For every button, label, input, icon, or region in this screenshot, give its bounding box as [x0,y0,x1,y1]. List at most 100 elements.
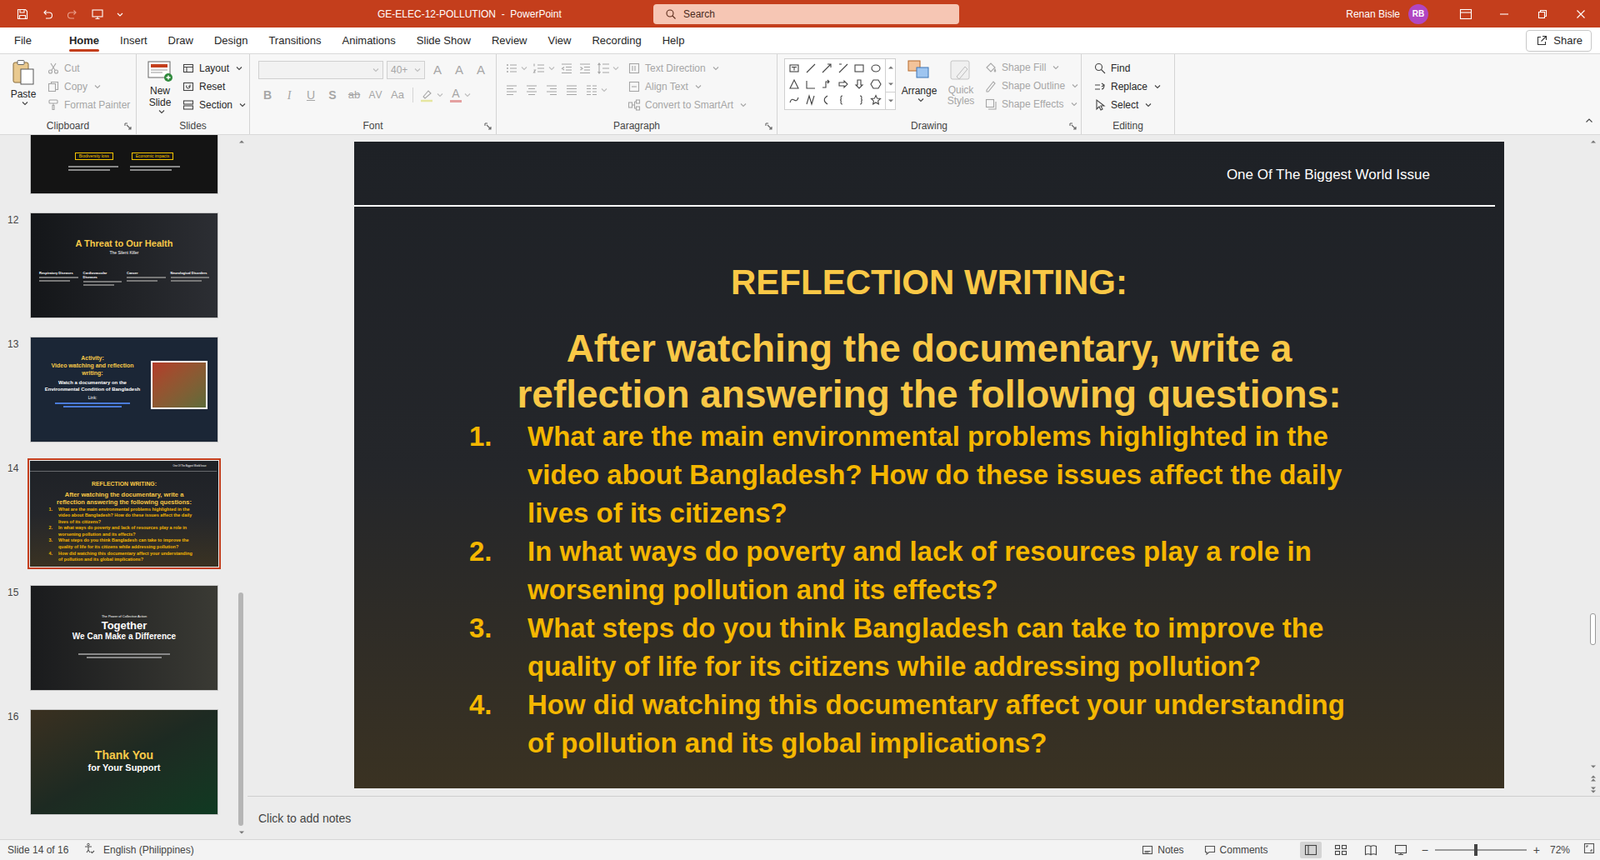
format-button[interactable]: S [323,85,342,105]
slide-thumbnail[interactable]: Activity:Video watching and reflection w… [30,336,219,443]
font-size-button[interactable]: A [450,60,469,80]
slide-thumbnail[interactable]: Biodiversity lossEconomic impacts [30,135,219,195]
font-color-label[interactable]: A [451,87,460,100]
paragraph-button[interactable] [578,61,592,75]
notes-button[interactable]: Notes [1141,842,1184,858]
zoom-in-button[interactable]: + [1533,841,1540,860]
ribbon-tab[interactable]: Slide Show [416,27,471,54]
share-label[interactable]: Share [1553,32,1583,50]
zoom-thumb[interactable] [1474,844,1478,856]
slide-thumbnail-row[interactable]: Biodiversity lossEconomic impacts [0,135,235,195]
tab-label[interactable]: Transitions [268,32,321,50]
command-label[interactable]: Shape Effects [1001,96,1065,112]
editor-scrollbar[interactable] [1586,135,1600,796]
ribbon-command[interactable]: Layout [181,59,246,78]
ribbon-command[interactable]: Reset [181,77,246,96]
paste-label[interactable]: Paste [10,88,37,100]
ribbon-tab[interactable]: Transitions [268,27,321,54]
view-button[interactable] [1300,841,1322,859]
ribbon-tab[interactable]: File [14,27,32,54]
ribbon-command[interactable]: Replace [1093,77,1175,96]
align-button[interactable] [565,83,579,97]
tab-label[interactable]: Slide Show [416,32,471,50]
ribbon-command[interactable]: Format Painter [46,95,130,115]
ribbon-tab[interactable]: Design [214,27,248,54]
restore-button[interactable] [1523,9,1562,20]
paragraph-button[interactable] [596,61,620,75]
format-button[interactable]: U [301,85,320,105]
ribbon-tab[interactable]: Insert [120,27,148,54]
share-button[interactable]: Share [1525,30,1592,52]
close-button[interactable] [1561,9,1600,20]
zoom-out-button[interactable]: − [1421,841,1429,860]
command-label[interactable]: Layout [199,60,230,76]
command-label[interactable]: Find [1110,60,1130,76]
format-button[interactable]: ab [345,85,364,105]
user-avatar[interactable]: RB [1408,4,1429,25]
view-button[interactable] [1330,841,1352,859]
ribbon-tab[interactable]: Draw [168,27,194,54]
slide-thumbnail-row[interactable]: 16Thank Youfor Your Support [0,709,235,815]
user-name[interactable]: Renan Bisle [1345,6,1400,22]
tab-label[interactable]: Animations [342,32,396,50]
font-size-box[interactable]: 40+ [386,60,425,80]
tab-label[interactable]: Help [662,32,685,50]
paragraph-button[interactable] [560,61,574,75]
scrollbar-thumb[interactable] [1590,613,1596,645]
align-button[interactable] [545,83,559,97]
highlight-button[interactable] [419,87,444,103]
format-button-label[interactable]: ab [348,86,360,104]
tab-label[interactable]: Review [491,32,528,50]
slide[interactable]: One Of The Biggest World IssueREFLECTION… [354,141,1505,789]
arrange-button[interactable]: Arrange [900,58,938,104]
search-box[interactable] [653,4,960,25]
comments-label[interactable]: Comments [1220,842,1269,858]
font-button-label[interactable]: A [433,60,442,80]
format-button-label[interactable]: S [328,86,336,105]
view-button[interactable] [1360,841,1382,859]
ribbon-command[interactable]: Align Text [627,77,747,96]
ribbon-command[interactable]: Cut [46,59,130,78]
command-label[interactable]: Replace [1110,79,1148,95]
align-button[interactable] [585,83,608,97]
zoom-slider[interactable] [1435,849,1527,851]
ribbon-tab[interactable]: Recording [591,27,641,54]
format-button[interactable]: AV [366,85,385,105]
tab-label[interactable]: Design [214,32,248,50]
font-button-label[interactable]: A [476,60,485,80]
slide-thumbnail-row[interactable]: 12A Threat to Our HealthThe Silent Kille… [0,212,235,319]
command-label[interactable]: Format Painter [64,97,130,113]
command-label[interactable]: Text Direction [645,60,706,76]
search-input[interactable] [683,6,948,22]
font-size-button[interactable]: A [471,60,490,80]
tab-label[interactable]: Home [69,32,100,50]
ribbon-command[interactable]: Copy [46,77,130,96]
command-label[interactable]: Select [1110,97,1139,113]
paragraph-button[interactable] [505,61,528,75]
slide-thumbnail[interactable]: One Of The Biggest World IssueREFLECTION… [30,460,219,567]
ribbon-command[interactable]: Section [181,95,246,115]
shapes-gallery[interactable] [784,58,896,110]
command-label[interactable]: Align Text [645,79,689,95]
ribbon-command[interactable]: Find [1093,59,1175,78]
ribbon-tab[interactable]: Help [662,27,685,54]
new-slide-button[interactable]: New Slide [143,58,177,115]
ribbon-tab[interactable]: Review [491,27,528,54]
font-color-button[interactable]: A [450,87,471,103]
ribbon-command[interactable]: Shape Effects [984,95,1079,114]
ribbon-command[interactable]: Shape Fill [984,58,1079,77]
format-button-label[interactable]: I [287,86,292,105]
command-label[interactable]: Section [199,97,233,113]
paragraph-button[interactable] [532,61,555,75]
comments-button[interactable]: Comments [1204,842,1269,858]
tab-label[interactable]: File [14,32,32,50]
view-button[interactable] [1390,841,1412,859]
command-label[interactable]: Reset [199,79,225,95]
tab-label[interactable]: Draw [168,32,194,50]
tab-label[interactable]: View [548,32,572,50]
fit-to-window-button[interactable] [1583,842,1595,859]
ribbon-command[interactable]: Shape Outline [984,76,1079,95]
slide-thumbnail[interactable]: Thank Youfor Your Support [30,709,219,815]
ribbon-tab[interactable]: View [548,27,572,54]
tab-label[interactable]: Recording [591,32,641,50]
